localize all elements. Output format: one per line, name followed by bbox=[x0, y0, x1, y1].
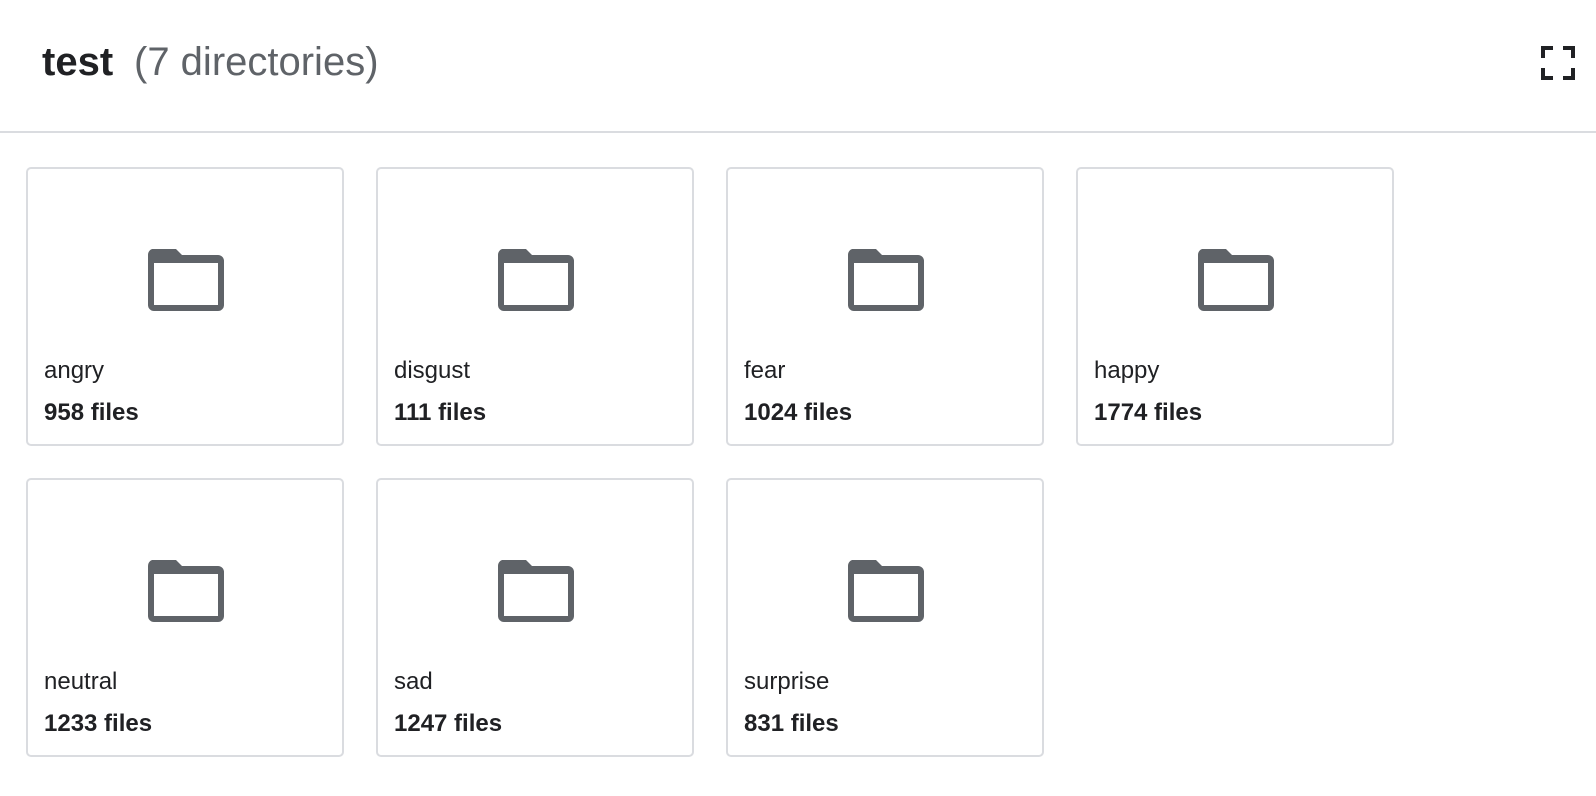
file-count: 1774 files bbox=[1094, 399, 1203, 426]
directory-name: happy bbox=[1094, 357, 1160, 384]
directory-name: disgust bbox=[394, 357, 471, 384]
fullscreen-button[interactable] bbox=[1541, 46, 1575, 80]
folder-icon bbox=[497, 560, 574, 622]
folder-icon bbox=[147, 249, 224, 311]
folder-icon bbox=[847, 560, 924, 622]
directory-count: (7 directories) bbox=[134, 40, 379, 84]
directory-card[interactable]: fear 1024 files bbox=[726, 167, 1044, 446]
folder-icon bbox=[497, 249, 574, 311]
directory-name: angry bbox=[44, 357, 105, 384]
directory-name: neutral bbox=[44, 668, 118, 695]
directory-card[interactable]: disgust 111 files bbox=[376, 167, 694, 446]
directory-browser: test (7 directories) angry 958 files dis… bbox=[0, 0, 1596, 796]
directory-card[interactable]: sad 1247 files bbox=[376, 478, 694, 757]
directory-card[interactable]: happy 1774 files bbox=[1076, 167, 1394, 446]
directory-grid: angry 958 files disgust 111 files fear 1… bbox=[26, 167, 1394, 757]
file-count: 831 files bbox=[744, 710, 839, 737]
folder-icon bbox=[847, 249, 924, 311]
directory-name: surprise bbox=[744, 668, 830, 695]
page-title: test bbox=[42, 40, 114, 84]
directory-card[interactable]: surprise 831 files bbox=[726, 478, 1044, 757]
folder-icon bbox=[1197, 249, 1274, 311]
file-count: 111 files bbox=[394, 399, 487, 426]
file-count: 958 files bbox=[44, 399, 139, 426]
folder-icon bbox=[147, 560, 224, 622]
header: test (7 directories) bbox=[0, 0, 1596, 133]
directory-card[interactable]: neutral 1233 files bbox=[26, 478, 344, 757]
file-count: 1024 files bbox=[744, 399, 853, 426]
directory-card[interactable]: angry 958 files bbox=[26, 167, 344, 446]
directory-name: fear bbox=[744, 357, 786, 384]
file-count: 1233 files bbox=[44, 710, 153, 737]
directory-name: sad bbox=[394, 668, 433, 695]
fullscreen-icon bbox=[1541, 46, 1575, 80]
file-count: 1247 files bbox=[394, 710, 503, 737]
